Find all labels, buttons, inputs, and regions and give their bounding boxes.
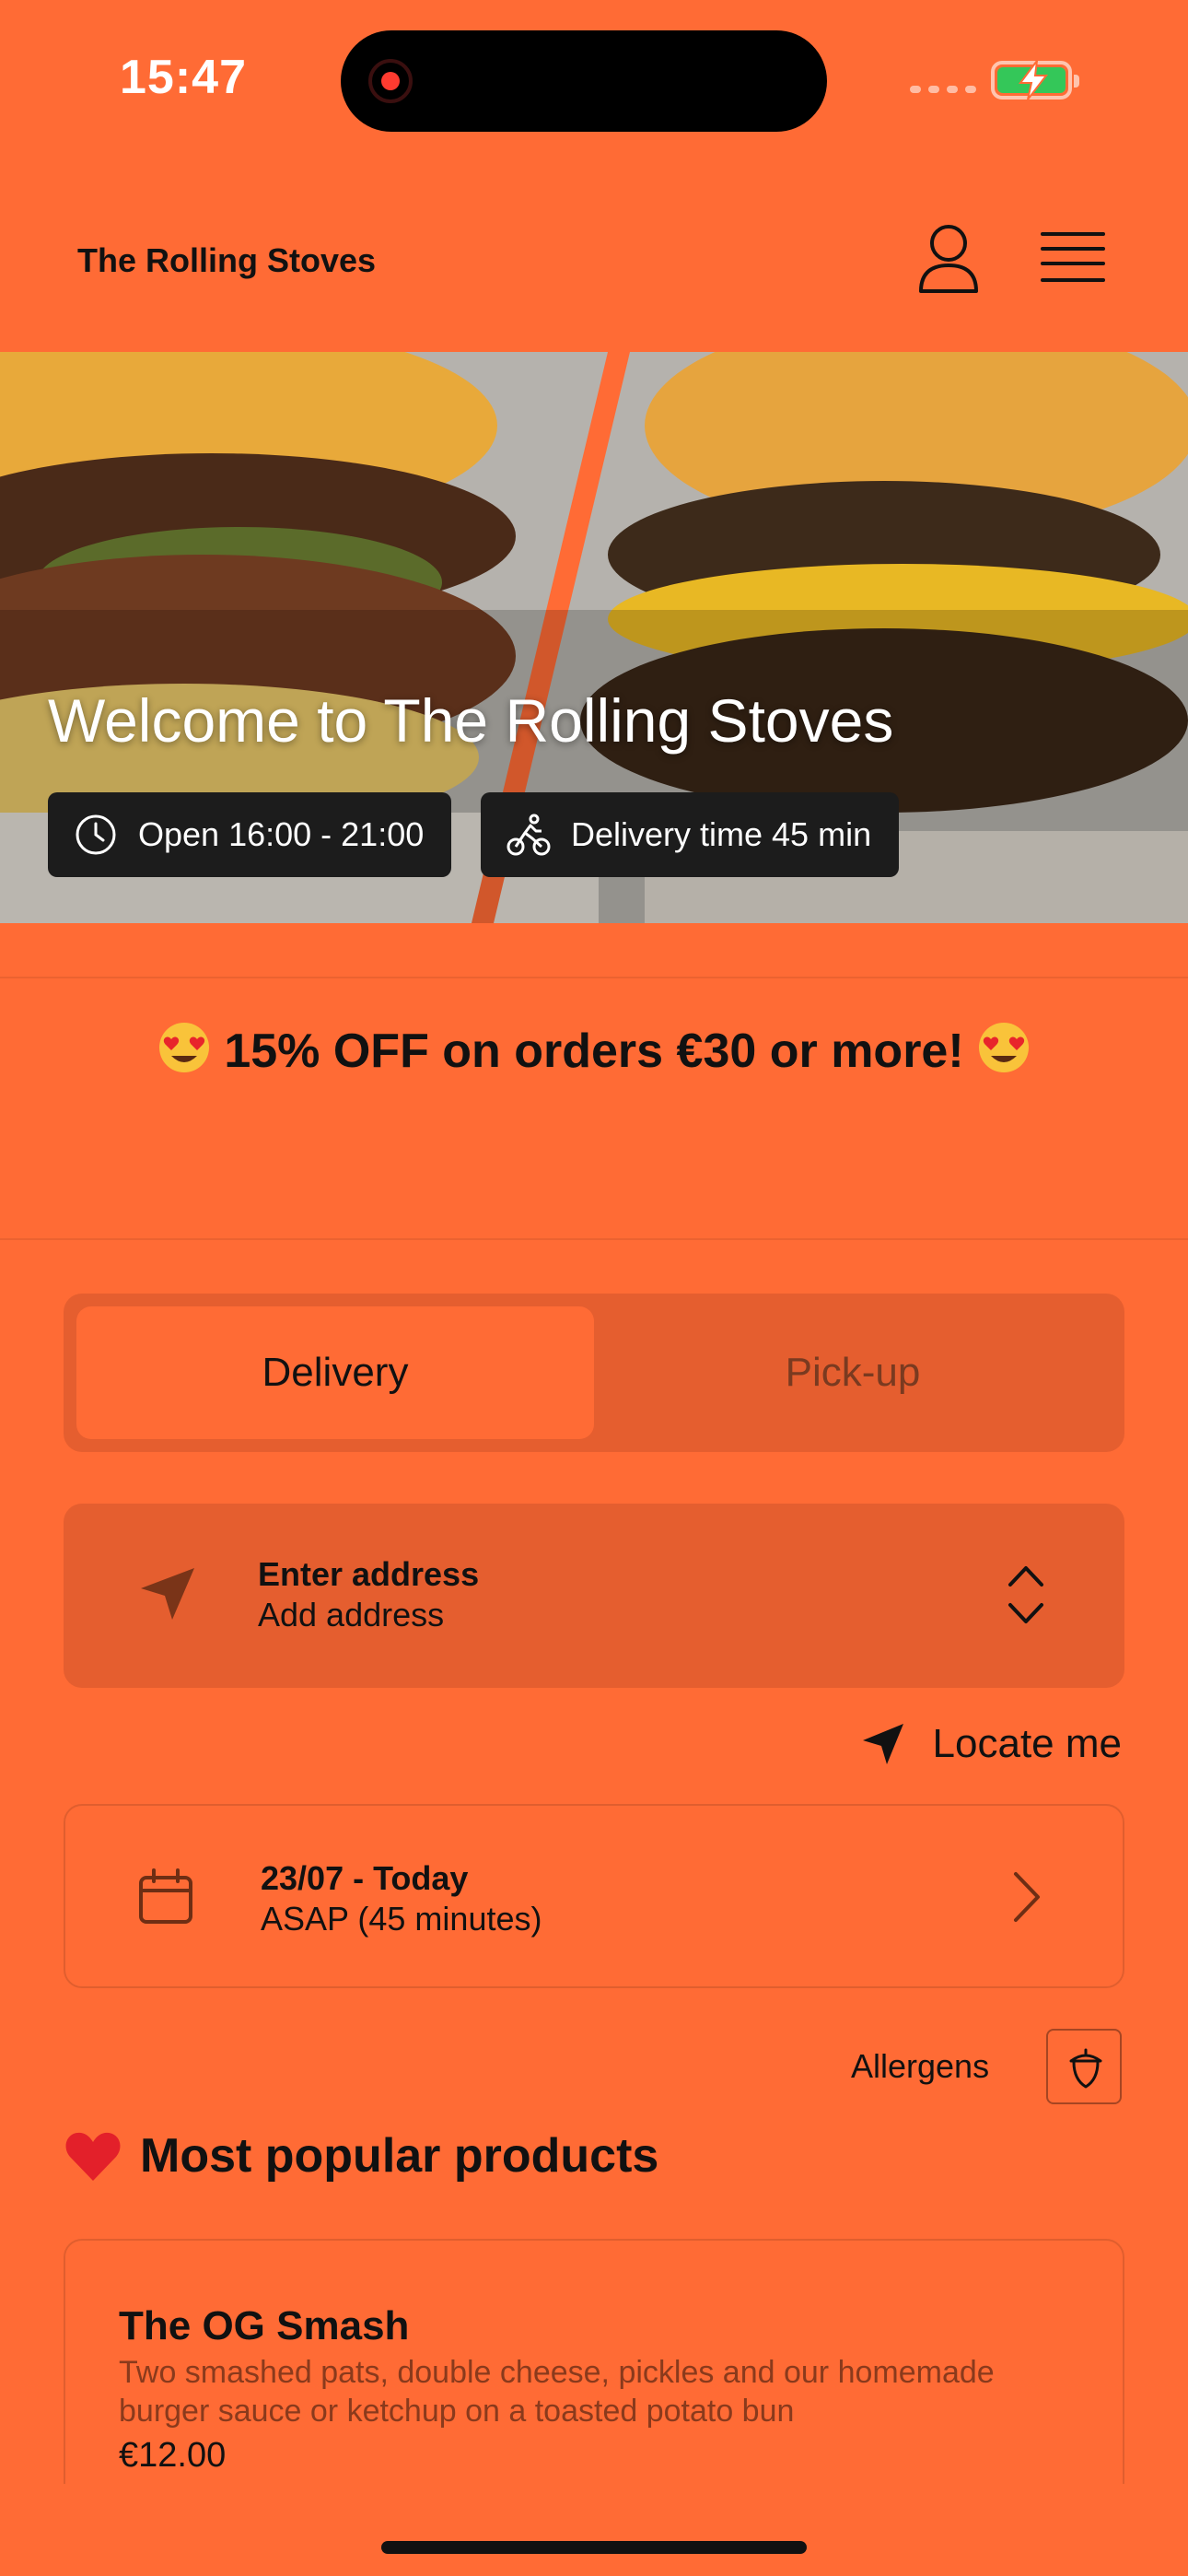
- home-indicator[interactable]: [381, 2541, 807, 2554]
- address-selector[interactable]: Enter address Add address: [64, 1504, 1124, 1688]
- delivery-time-selector[interactable]: 23/07 - Today ASAP (45 minutes): [64, 1804, 1124, 1988]
- hamburger-menu-icon[interactable]: [1041, 230, 1105, 286]
- brand-name[interactable]: The Rolling Stoves: [77, 241, 376, 280]
- locate-me-button[interactable]: Locate me: [861, 1721, 1122, 1767]
- allergens-label: Allergens: [851, 2047, 990, 2085]
- promo-text: 15% OFF on orders €30 or more!: [224, 1025, 964, 1078]
- popular-products-title: Most popular products: [140, 2129, 659, 2183]
- location-arrow-icon: [862, 1724, 903, 1764]
- address-subtitle: Add address: [258, 1596, 445, 1633]
- signal-icon: [910, 86, 976, 93]
- chevron-right-icon: [1014, 1872, 1040, 1922]
- opening-hours-chip: Open 16:00 - 21:00: [48, 792, 452, 877]
- hero-banner: Welcome to The Rolling Stoves Open 16:00…: [0, 352, 1188, 923]
- welcome-title: Welcome to The Rolling Stoves: [48, 686, 894, 755]
- product-name: The OG Smash: [119, 2303, 410, 2348]
- opening-hours-text: Open 16:00 - 21:00: [138, 815, 425, 853]
- bottom-bar: [0, 2484, 1188, 2576]
- heart-icon: [65, 2132, 121, 2181]
- recording-indicator-icon: [368, 59, 413, 103]
- navigation-arrow-icon: [141, 1568, 194, 1620]
- schedule-time: ASAP (45 minutes): [261, 1900, 542, 1938]
- status-bar: 15:47: [0, 0, 1188, 166]
- schedule-date: 23/07 - Today: [261, 1859, 469, 1897]
- delivery-time-chip: Delivery time 45 min: [481, 792, 900, 877]
- courier-bike-icon: [507, 814, 551, 856]
- promo-banner: 15% OFF on orders €30 or more!: [0, 1021, 1188, 1079]
- battery-icon: [991, 59, 1079, 100]
- clock-icon: [76, 814, 116, 855]
- locate-me-label: Locate me: [932, 1721, 1122, 1766]
- product-description: Two smashed pats, double cheese, pickles…: [119, 2355, 995, 2429]
- order-mode-toggle: Delivery Pick-up: [64, 1294, 1124, 1452]
- address-title: Enter address: [258, 1555, 480, 1593]
- popular-products-heading: Most popular products: [64, 2128, 658, 2184]
- status-time: 15:47: [120, 51, 247, 104]
- calendar-icon: [139, 1868, 192, 1924]
- delivery-tab[interactable]: Delivery: [76, 1306, 594, 1439]
- heart-eyes-emoji-icon: [978, 1023, 1029, 1072]
- user-icon[interactable]: [917, 223, 980, 293]
- charging-bolt-icon: [1019, 59, 1049, 100]
- pickup-tab[interactable]: Pick-up: [594, 1306, 1112, 1439]
- allergens-button[interactable]: [1046, 2029, 1122, 2104]
- app-header: The Rolling Stoves: [0, 166, 1188, 352]
- product-price: €12.00: [119, 2436, 227, 2475]
- dynamic-island: [341, 30, 827, 132]
- acorn-icon: [1069, 2048, 1102, 2089]
- divider: [0, 977, 1188, 978]
- divider: [0, 1238, 1188, 1240]
- heart-eyes-emoji-icon: [159, 1023, 210, 1072]
- delivery-time-text: Delivery time 45 min: [571, 815, 872, 853]
- chevron-up-down-icon: [1008, 1566, 1043, 1623]
